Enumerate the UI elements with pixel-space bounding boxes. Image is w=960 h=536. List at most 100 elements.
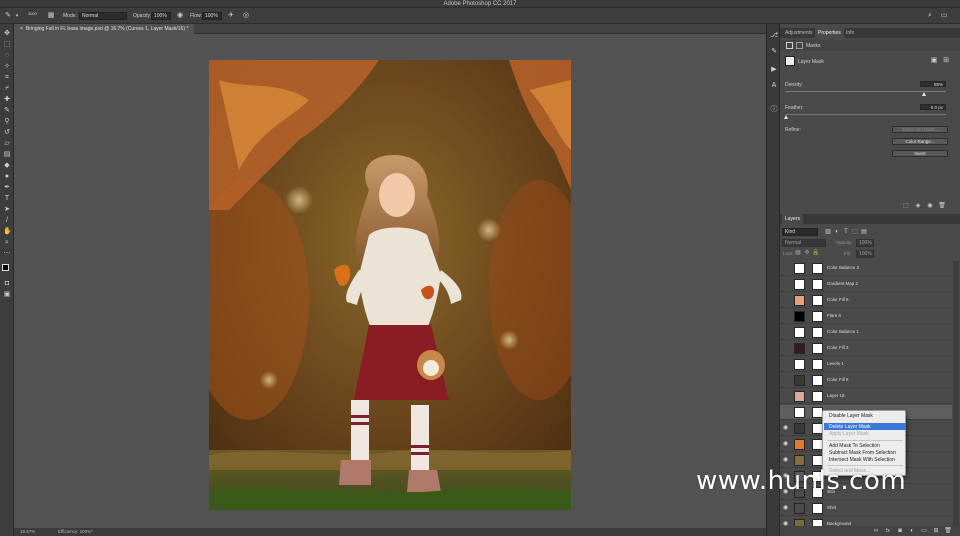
layer-thumbnail[interactable]: [794, 343, 805, 354]
new-adjustment-icon[interactable]: ◐: [908, 527, 916, 535]
glyphs-panel-icon[interactable]: A: [770, 82, 778, 90]
delete-mask-icon[interactable]: 🗑: [938, 202, 946, 210]
layer-thumbnail[interactable]: [794, 327, 805, 338]
workspace-icon[interactable]: ▭: [940, 12, 948, 20]
layer-row[interactable]: Color Fill 2: [780, 341, 952, 356]
mode-select[interactable]: Normal: [79, 12, 127, 20]
layer-scrollbar[interactable]: [953, 261, 959, 526]
clone-stamp-tool-icon[interactable]: ⚲: [3, 118, 11, 126]
filter-pixel-icon[interactable]: ▧: [824, 228, 832, 236]
layer-row[interactable]: Levels 1: [780, 357, 952, 372]
load-selection-icon[interactable]: ⬚: [902, 202, 910, 210]
invert-button[interactable]: Invert: [892, 150, 948, 157]
layer-mask-thumbnail[interactable]: [812, 327, 823, 338]
foreground-color-swatch[interactable]: [2, 264, 9, 271]
filter-smart-object-icon[interactable]: ▤: [860, 228, 868, 236]
layer-mask-thumbnail[interactable]: [812, 343, 823, 354]
brush-tool-icon[interactable]: ✎: [3, 107, 11, 115]
kind-filter-select[interactable]: Kind: [782, 228, 818, 236]
move-tool-icon[interactable]: ✥: [3, 30, 11, 38]
brush-tool-icon[interactable]: ✎: [4, 12, 12, 20]
layer-row[interactable]: ◉ Background: [780, 517, 952, 526]
close-icon[interactable]: ×: [20, 26, 23, 32]
feather-slider-track[interactable]: [786, 114, 946, 115]
layer-row[interactable]: Color Fill 8: [780, 373, 952, 388]
density-field[interactable]: 85%: [920, 81, 946, 87]
visibility-eye-icon[interactable]: [783, 377, 789, 383]
pixel-mask-icon[interactable]: [786, 42, 793, 49]
layer-thumbnail[interactable]: [794, 455, 805, 466]
layer-thumbnail[interactable]: [794, 279, 805, 290]
layer-mask-thumbnail[interactable]: [812, 359, 823, 370]
visibility-eye-icon[interactable]: ◉: [783, 425, 789, 431]
add-mask-icon[interactable]: ◙: [896, 527, 904, 535]
info-panel-icon[interactable]: ⓘ: [770, 106, 778, 114]
feather-field[interactable]: 0.0 px: [920, 104, 946, 110]
layer-thumbnail[interactable]: [794, 263, 805, 274]
visibility-eye-icon[interactable]: [783, 313, 789, 319]
menu-item-add-mask-to-selection[interactable]: Add Mask To Selection: [829, 443, 880, 449]
airbrush-icon[interactable]: ✈: [227, 12, 235, 20]
dodge-tool-icon[interactable]: ●: [3, 173, 11, 181]
more-tools-icon[interactable]: ⋯: [3, 250, 11, 258]
layer-thumbnail[interactable]: [794, 439, 805, 450]
layer-thumbnail[interactable]: [794, 407, 805, 418]
layer-row[interactable]: Color Fill 6: [780, 293, 952, 308]
layer-row[interactable]: Color Balance 3: [780, 261, 952, 276]
tab-layers[interactable]: Layers: [782, 214, 804, 224]
brush-presets-icon[interactable]: ✎: [770, 48, 778, 56]
feather-slider-knob[interactable]: [784, 115, 788, 119]
marquee-tool-icon[interactable]: ⬚: [3, 41, 11, 49]
layer-mask-thumbnail[interactable]: [812, 519, 823, 526]
menu-item-subtract-mask-from-selection[interactable]: Subtract Mask From Selection: [829, 450, 896, 456]
pressure-size-icon[interactable]: ◎: [242, 12, 250, 20]
density-slider-knob[interactable]: [922, 92, 926, 96]
layer-row[interactable]: ◉ Shirt: [780, 501, 952, 516]
vector-mask-icon[interactable]: [796, 42, 803, 49]
layer-thumbnail[interactable]: [794, 519, 805, 526]
visibility-eye-icon[interactable]: [783, 393, 789, 399]
menu-item-disable-layer-mask[interactable]: Disable Layer Mask: [829, 413, 873, 419]
select-pixel-mask-icon[interactable]: ▣: [930, 57, 938, 65]
brush-panel-icon[interactable]: ▦: [47, 12, 55, 20]
layer-row[interactable]: Layer 18: [780, 389, 952, 404]
visibility-eye-icon[interactable]: ◉: [783, 441, 789, 447]
layer-style-icon[interactable]: fx: [884, 527, 892, 535]
hand-tool-icon[interactable]: ✋: [3, 228, 12, 236]
search-icon[interactable]: ⌕: [926, 12, 934, 20]
visibility-eye-icon[interactable]: [783, 265, 789, 271]
flow-field[interactable]: 100%: [202, 12, 222, 20]
disable-mask-icon[interactable]: ◉: [926, 202, 934, 210]
layer-mask-thumbnail[interactable]: [812, 311, 823, 322]
visibility-eye-icon[interactable]: [783, 329, 789, 335]
layer-thumbnail[interactable]: [794, 503, 805, 514]
layer-thumbnail[interactable]: [794, 391, 805, 402]
tab-properties[interactable]: Properties: [815, 28, 844, 38]
crop-tool-icon[interactable]: ⌗: [3, 74, 11, 82]
tab-adjustments[interactable]: Adjustments: [782, 28, 816, 38]
menu-item-intersect-mask-with-selection[interactable]: Intersect Mask With Selection: [829, 457, 895, 463]
canvas-area[interactable]: [14, 34, 766, 528]
select-and-mask-button[interactable]: Select and Mask...: [892, 126, 948, 133]
document-image[interactable]: [209, 60, 571, 510]
link-layers-icon[interactable]: ∞: [872, 527, 880, 535]
layer-mask-thumbnail[interactable]: [812, 375, 823, 386]
layer-mask-thumbnail[interactable]: [812, 503, 823, 514]
layer-mask-thumbnail[interactable]: [812, 279, 823, 290]
gradient-tool-icon[interactable]: ▤: [3, 151, 11, 159]
layer-mask-thumbnail[interactable]: [812, 263, 823, 274]
pen-tool-icon[interactable]: ✒: [3, 184, 11, 192]
color-range-button[interactable]: Color Range...: [892, 138, 948, 145]
shape-tool-icon[interactable]: /: [3, 217, 11, 225]
add-vector-mask-icon[interactable]: ⊞: [942, 57, 950, 65]
eraser-tool-icon[interactable]: ▱: [3, 140, 11, 148]
menu-item-apply-layer-mask[interactable]: Apply Layer Mask: [829, 431, 869, 437]
layer-opacity-field[interactable]: 100%: [856, 239, 874, 247]
new-layer-icon[interactable]: ⊞: [932, 527, 940, 535]
visibility-eye-icon[interactable]: [783, 281, 789, 287]
history-brush-tool-icon[interactable]: ↺: [3, 129, 11, 137]
actions-play-icon[interactable]: ▶: [770, 66, 778, 74]
menu-item-delete-layer-mask[interactable]: Delete Layer Mask: [829, 424, 871, 430]
layer-row[interactable]: Color Balance 1: [780, 325, 952, 340]
visibility-eye-icon[interactable]: [783, 361, 789, 367]
